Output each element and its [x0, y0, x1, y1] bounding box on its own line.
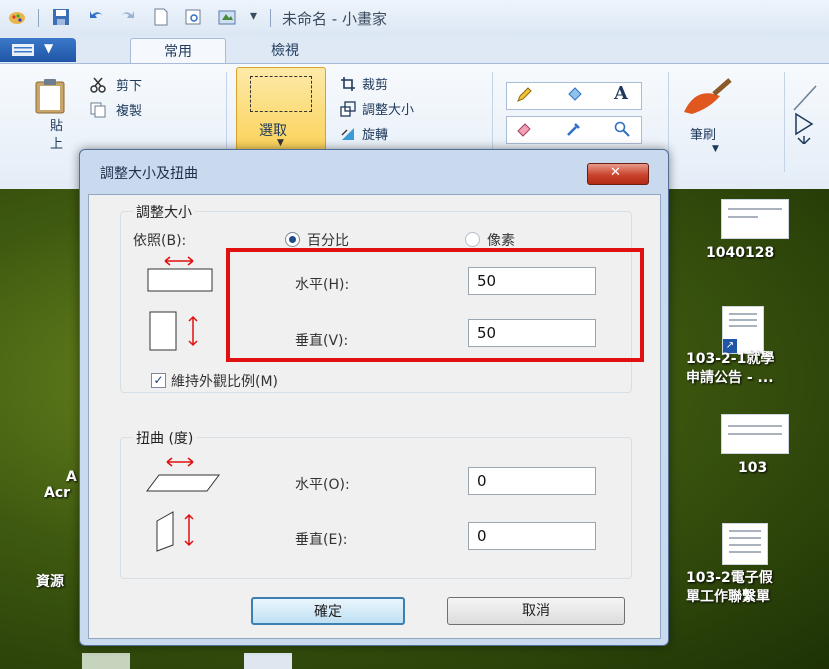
desktop-file-icon[interactable] — [722, 523, 768, 565]
fill-icon[interactable] — [566, 87, 582, 103]
paste-icon — [35, 79, 65, 114]
skew-group-label: 扭曲 (度) — [133, 428, 197, 448]
ribbon-separator — [784, 72, 785, 172]
desktop-icon-label: 103-2電子假 單工作聯繫單 — [686, 570, 773, 605]
resize-skew-dialog: 調整大小及扭曲 ✕ 調整大小 依照(B): 百分比 像素 水平(H): 50 垂… — [79, 149, 669, 646]
ribbon-tab-row: ▼ 常用 檢視 — [0, 36, 829, 65]
customize-qa-dropdown[interactable]: ▾ — [250, 8, 257, 24]
save-icon[interactable] — [52, 8, 70, 26]
skew-horizontal-label: 水平(O): — [295, 477, 350, 493]
percent-label[interactable]: 百分比 — [307, 230, 349, 250]
close-button[interactable]: ✕ — [587, 163, 649, 185]
print-preview-icon[interactable] — [184, 8, 202, 26]
desktop-icon-label: 1040128 — [706, 245, 775, 261]
select-label: 選取 — [259, 123, 287, 139]
desktop-label-left-2: Acr — [44, 485, 71, 501]
resize-icon — [340, 101, 356, 117]
eraser-icon[interactable] — [516, 121, 532, 137]
tab-view[interactable]: 檢視 — [250, 38, 320, 64]
desktop-file-icon[interactable] — [721, 199, 789, 239]
select-icon — [250, 76, 312, 112]
taskbar-thumbnail — [244, 653, 292, 669]
magnifier-icon[interactable] — [614, 121, 630, 137]
brush-icon[interactable] — [680, 76, 734, 120]
title-bar: ▾ 未命名 - 小畫家 — [0, 0, 829, 36]
skew-horizontal-input[interactable]: 0 — [468, 467, 596, 495]
qa-separator — [38, 9, 39, 27]
desktop-label-left-1: A — [66, 469, 77, 485]
desktop-label-left-3: 資源 — [36, 574, 64, 590]
brush-chevron-icon: ▼ — [712, 144, 719, 154]
pixels-radio[interactable] — [465, 232, 480, 247]
desktop-file-icon[interactable] — [721, 414, 789, 454]
menu-icon — [12, 44, 34, 56]
paste-label: 貼 上 — [50, 119, 64, 152]
skew-vertical-input[interactable]: 0 — [468, 522, 596, 550]
cut-button[interactable]: 剪下 — [116, 75, 142, 94]
color-picker-icon[interactable] — [566, 121, 582, 137]
undo-icon[interactable] — [88, 8, 106, 26]
resize-button[interactable]: 調整大小 — [362, 99, 414, 118]
rotate-icon — [341, 128, 354, 140]
tab-home[interactable]: 常用 — [130, 38, 226, 65]
maintain-aspect-checkbox[interactable]: ✓ — [151, 373, 166, 388]
horizontal-skew-icon — [146, 457, 220, 492]
resize-group-label: 調整大小 — [133, 202, 195, 222]
desktop-icon-label: 103 — [738, 460, 768, 476]
vertical-skew-icon — [156, 511, 194, 552]
copy-button[interactable]: 複製 — [116, 100, 142, 119]
cancel-button[interactable]: 取消 — [447, 597, 625, 625]
window-title: 未命名 - 小畫家 — [282, 10, 387, 28]
skew-vertical-label: 垂直(E): — [295, 532, 348, 548]
taskbar-thumbnail — [82, 653, 130, 669]
vertical-resize-icon — [149, 311, 198, 351]
crop-button[interactable]: 裁剪 — [362, 74, 388, 93]
paint-app-icon[interactable] — [8, 8, 26, 26]
brush-label[interactable]: 筆刷 — [690, 124, 716, 143]
annotation-highlight-box — [226, 248, 644, 362]
properties-icon[interactable] — [218, 8, 236, 26]
horizontal-resize-icon — [147, 256, 213, 292]
desktop-icon-label: 103-2-1就學 申請公告 - ... — [686, 351, 775, 386]
select-button[interactable]: 選取 ▼ — [236, 67, 326, 151]
close-icon: ✕ — [610, 165, 621, 180]
pixels-label[interactable]: 像素 — [487, 230, 515, 250]
rotate-button[interactable]: 旋轉 — [362, 124, 388, 143]
maintain-aspect-label[interactable]: 維持外觀比例(M) — [171, 371, 278, 391]
ok-button[interactable]: 確定 — [251, 597, 405, 625]
text-tool-icon[interactable]: A — [614, 83, 628, 104]
copy-icon — [90, 102, 106, 118]
crop-icon — [341, 77, 355, 91]
qa-separator-2 — [270, 9, 271, 27]
new-file-icon[interactable] — [152, 8, 170, 26]
desktop-shortcut-icon[interactable]: ↗ — [722, 306, 764, 354]
resize-by-label: 依照(B): — [133, 233, 187, 249]
paste-button[interactable]: 貼 上 — [0, 64, 78, 189]
select-chevron-icon: ▼ — [277, 138, 284, 148]
redo-icon[interactable] — [118, 8, 136, 26]
menu-chevron-icon: ▼ — [44, 41, 54, 55]
paint-menu-button[interactable]: ▼ — [0, 38, 76, 62]
shapes-icon[interactable] — [790, 84, 820, 144]
pencil-icon[interactable] — [516, 87, 532, 103]
percent-radio[interactable] — [285, 232, 300, 247]
dialog-title: 調整大小及扭曲 — [100, 166, 198, 182]
cut-icon — [90, 77, 106, 93]
